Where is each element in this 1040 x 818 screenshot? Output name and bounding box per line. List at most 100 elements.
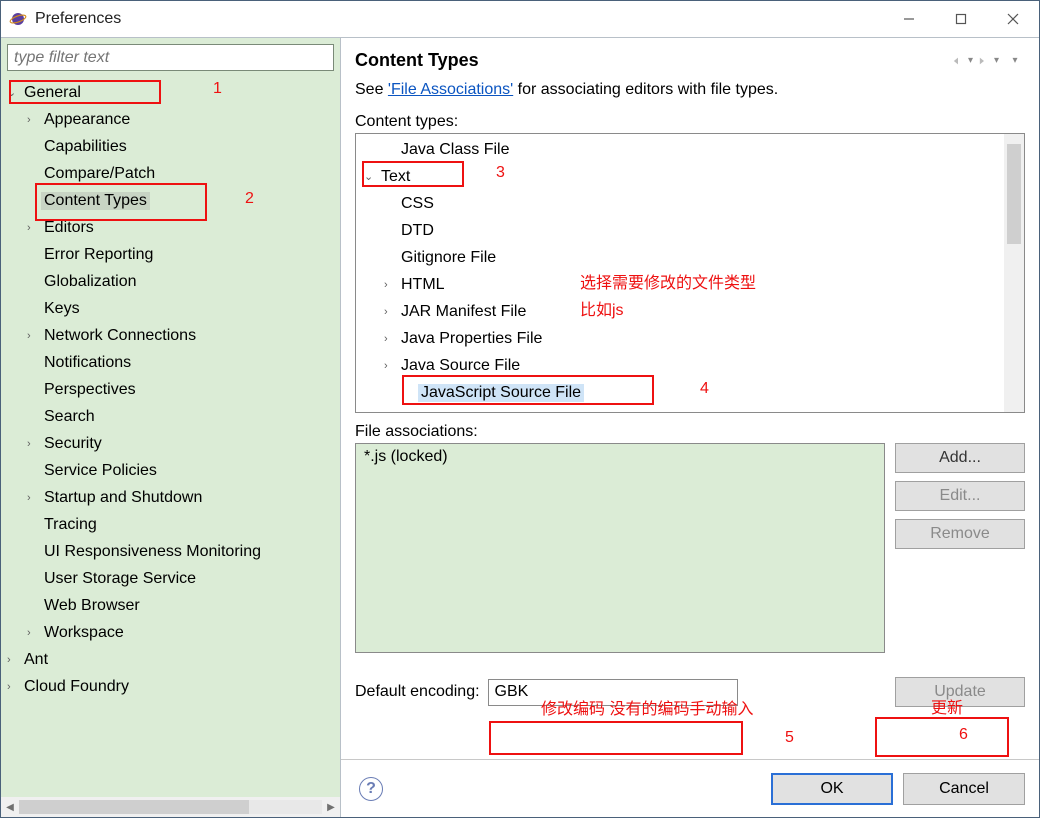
- tree-item-label: Web Browser: [41, 597, 143, 615]
- file-associations-list[interactable]: *.js (locked): [355, 443, 885, 653]
- tree-item[interactable]: Web Browser: [3, 592, 340, 619]
- content-type-item[interactable]: Gitignore File: [356, 244, 1004, 271]
- chevron-right-icon: ›: [384, 306, 398, 318]
- tree-item[interactable]: ⌄General: [3, 79, 340, 106]
- content-type-item[interactable]: ›Java Properties File: [356, 325, 1004, 352]
- tree-item[interactable]: ›Workspace: [3, 619, 340, 646]
- ct-scrollbar[interactable]: [1004, 134, 1024, 412]
- content-type-item[interactable]: ›HTML: [356, 271, 1004, 298]
- tree-item[interactable]: ›Security: [3, 430, 340, 457]
- content-types-tree[interactable]: Java Class File⌄Text CSS DTD Gitignore File…: [355, 133, 1025, 413]
- preferences-tree[interactable]: ⌄General›AppearanceCapabilitiesCompare/P…: [1, 77, 340, 797]
- intro-text: See 'File Associations' for associating …: [355, 81, 1025, 99]
- app-icon: [9, 10, 27, 28]
- content-type-label: JavaScript Source File: [418, 384, 584, 402]
- chevron-right-icon: ›: [27, 330, 41, 342]
- chevron-down-icon: ⌄: [364, 170, 378, 183]
- maximize-button[interactable]: [935, 1, 987, 37]
- titlebar: Preferences: [1, 1, 1039, 37]
- tree-item-label: Cloud Foundry: [21, 678, 132, 696]
- tree-item[interactable]: Tracing: [3, 511, 340, 538]
- tree-item[interactable]: ›Startup and Shutdown: [3, 484, 340, 511]
- tree-item[interactable]: Service Policies: [3, 457, 340, 484]
- tree-item[interactable]: ›Cloud Foundry: [3, 673, 340, 700]
- content-type-label: Gitignore File: [398, 249, 499, 267]
- file-association-item[interactable]: *.js (locked): [364, 448, 876, 466]
- tree-item-label: Startup and Shutdown: [41, 489, 205, 507]
- nav-back-icon[interactable]: ▾: [953, 53, 973, 69]
- tree-item[interactable]: Search: [3, 403, 340, 430]
- tree-item[interactable]: User Storage Service: [3, 565, 340, 592]
- content-types-label: Content types:: [355, 113, 1025, 131]
- tree-item[interactable]: Notifications: [3, 349, 340, 376]
- tree-item-label: Workspace: [41, 624, 127, 642]
- tree-item-label: Perspectives: [41, 381, 139, 399]
- update-button[interactable]: Update: [895, 677, 1025, 707]
- chevron-right-icon: ›: [27, 114, 41, 126]
- horizontal-scrollbar[interactable]: ◀ ▶: [1, 797, 340, 817]
- content-type-item[interactable]: ›JAR Manifest File: [356, 298, 1004, 325]
- tree-item[interactable]: Keys: [3, 295, 340, 322]
- page-title: Content Types: [355, 50, 953, 71]
- chevron-down-icon: ⌄: [7, 86, 21, 99]
- tree-item-label: UI Responsiveness Monitoring: [41, 543, 264, 561]
- tree-item-label: User Storage Service: [41, 570, 199, 588]
- tree-item[interactable]: UI Responsiveness Monitoring: [3, 538, 340, 565]
- chevron-right-icon: ›: [7, 654, 21, 666]
- file-associations-link[interactable]: 'File Associations': [388, 81, 513, 98]
- tree-item[interactable]: Capabilities: [3, 133, 340, 160]
- chevron-right-icon: ›: [27, 627, 41, 639]
- nav-forward-icon[interactable]: ▾: [979, 53, 999, 69]
- tree-item[interactable]: Error Reporting: [3, 241, 340, 268]
- tree-item-label: Tracing: [41, 516, 100, 534]
- content-type-label: Java Properties File: [398, 330, 545, 348]
- content-type-item[interactable]: Java Class File: [356, 136, 1004, 163]
- file-associations-label: File associations:: [355, 423, 1025, 441]
- tree-item-label: General: [21, 84, 84, 102]
- chevron-right-icon: ›: [27, 438, 41, 450]
- dialog-footer: ? OK Cancel: [341, 759, 1039, 817]
- tree-item-label: Capabilities: [41, 138, 130, 156]
- content-type-item[interactable]: CSS: [356, 190, 1004, 217]
- remove-button[interactable]: Remove: [895, 519, 1025, 549]
- chevron-right-icon: ›: [7, 681, 21, 693]
- content-type-label: CSS: [398, 195, 437, 213]
- help-icon[interactable]: ?: [359, 777, 383, 801]
- cancel-button[interactable]: Cancel: [903, 773, 1025, 805]
- left-pane: ⌄General›AppearanceCapabilitiesCompare/P…: [1, 38, 341, 817]
- content-type-label: Java Source File: [398, 357, 523, 375]
- chevron-right-icon: ›: [384, 360, 398, 372]
- tree-item[interactable]: Perspectives: [3, 376, 340, 403]
- edit-button[interactable]: Edit...: [895, 481, 1025, 511]
- content-type-item[interactable]: DTD: [356, 217, 1004, 244]
- encoding-input[interactable]: [488, 679, 738, 706]
- tree-item[interactable]: ›Editors: [3, 214, 340, 241]
- right-pane: Content Types ▾ ▾ ▾ See 'File Associatio…: [341, 38, 1039, 817]
- tree-item[interactable]: Compare/Patch: [3, 160, 340, 187]
- tree-item[interactable]: Content Types: [3, 187, 340, 214]
- tree-item-label: Notifications: [41, 354, 134, 372]
- add-button[interactable]: Add...: [895, 443, 1025, 473]
- content-type-item[interactable]: JavaScript Source File: [356, 379, 1004, 406]
- nav-menu-icon[interactable]: ▾: [1005, 53, 1025, 69]
- tree-item[interactable]: ›Ant: [3, 646, 340, 673]
- tree-item-label: Keys: [41, 300, 83, 318]
- content-type-item[interactable]: ⌄Text: [356, 163, 1004, 190]
- chevron-right-icon: ›: [27, 222, 41, 234]
- minimize-button[interactable]: [883, 1, 935, 37]
- close-button[interactable]: [987, 1, 1039, 37]
- tree-item-label: Content Types: [41, 192, 150, 210]
- tree-item-label: Compare/Patch: [41, 165, 158, 183]
- content-type-label: HTML: [398, 276, 448, 294]
- filter-input[interactable]: [7, 44, 334, 71]
- tree-item[interactable]: ›Network Connections: [3, 322, 340, 349]
- content-type-item[interactable]: ›Java Source File: [356, 352, 1004, 379]
- tree-item[interactable]: ›Appearance: [3, 106, 340, 133]
- tree-item[interactable]: Globalization: [3, 268, 340, 295]
- ok-button[interactable]: OK: [771, 773, 893, 805]
- tree-item-label: Security: [41, 435, 105, 453]
- tree-item-label: Editors: [41, 219, 97, 237]
- chevron-right-icon: ›: [384, 279, 398, 291]
- tree-item-label: Globalization: [41, 273, 140, 291]
- window-title: Preferences: [35, 10, 883, 28]
